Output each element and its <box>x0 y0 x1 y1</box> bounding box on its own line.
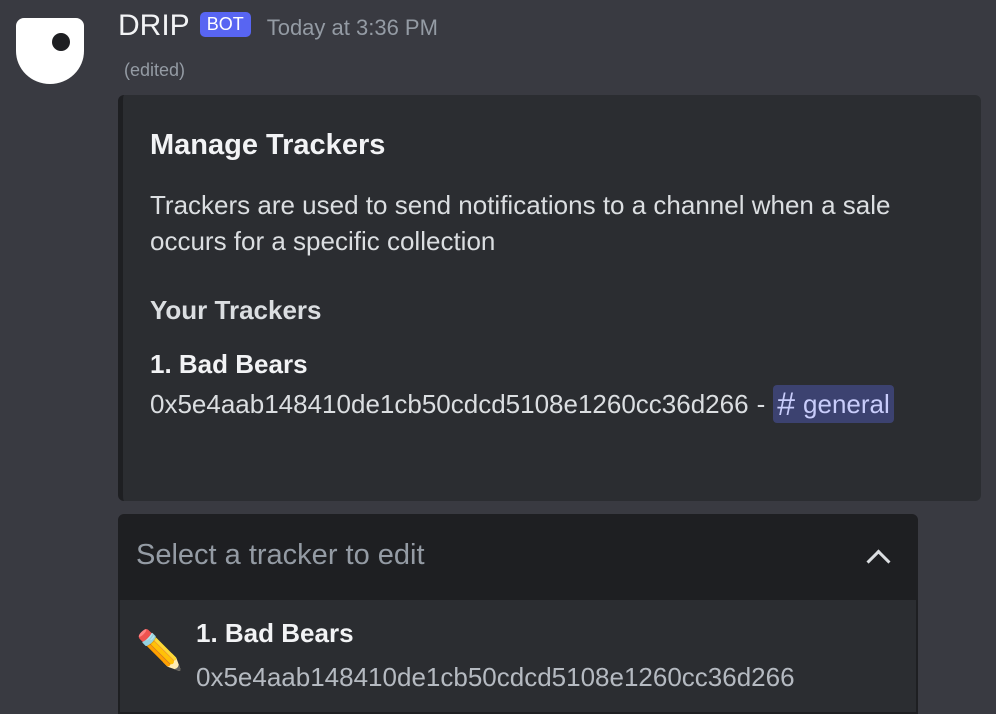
tracker-select-menu[interactable]: Select a tracker to edit <box>118 514 918 600</box>
avatar-eye-icon <box>52 33 70 51</box>
bot-badge: BOT <box>199 11 251 37</box>
select-option-description: 0x5e4aab148410de1cb50cdcd5108e1260cc36d2… <box>196 662 795 692</box>
select-option-label: 1. Bad Bears <box>196 618 354 648</box>
channel-mention-name: general <box>803 388 890 419</box>
edited-label: (edited) <box>124 60 186 80</box>
embed-card: Manage Trackers Trackers are used to sen… <box>118 95 981 501</box>
embed-field-name: Your Trackers <box>150 295 322 325</box>
tracker-details: 0x5e4aab148410de1cb50cdcd5108e1260cc36d2… <box>150 385 894 423</box>
tracker-address: 0x5e4aab148410de1cb50cdcd5108e1260cc36d2… <box>150 388 749 419</box>
channel-hash-icon: # <box>777 385 796 422</box>
select-option[interactable]: ✏️ 1. Bad Bears 0x5e4aab148410de1cb50cdc… <box>120 600 916 712</box>
tracker-separator: - <box>756 388 766 419</box>
chevron-up-icon[interactable] <box>866 549 891 574</box>
embed-title: Manage Trackers <box>150 129 386 161</box>
tracker-name: 1. Bad Bears <box>150 349 308 379</box>
message-timestamp[interactable]: Today at 3:36 PM <box>267 15 438 41</box>
select-placeholder: Select a tracker to edit <box>136 539 425 571</box>
embed-description: Trackers are used to send notifications … <box>150 190 891 256</box>
select-dropdown: ✏️ 1. Bad Bears 0x5e4aab148410de1cb50cdc… <box>118 600 918 714</box>
message-header: DRIP BOT Today at 3:36 PM <box>118 6 438 46</box>
pencil-icon: ✏️ <box>136 630 184 672</box>
channel-mention[interactable]: # general <box>773 385 894 423</box>
username[interactable]: DRIP <box>118 9 190 43</box>
bot-avatar[interactable] <box>16 18 84 84</box>
